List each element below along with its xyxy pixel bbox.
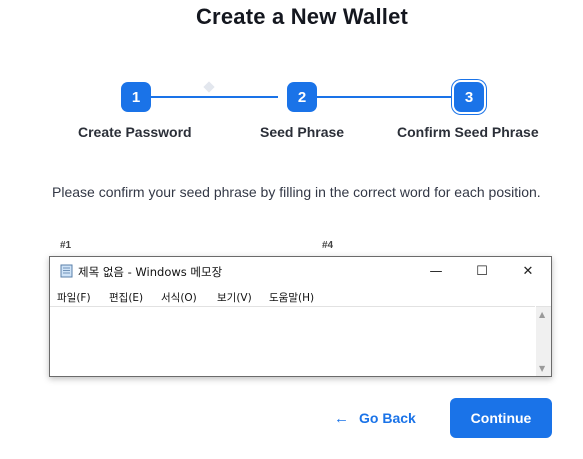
step-1-label: Create Password	[78, 124, 192, 140]
step-2-circle: 2	[287, 82, 317, 112]
menu-help[interactable]: 도움말(H)	[269, 290, 314, 305]
stepper-connector-1	[150, 96, 278, 98]
maximize-button[interactable]: ☐	[459, 257, 505, 285]
notepad-scrollbar[interactable]: ▲ ▼	[536, 306, 551, 376]
page-title: Create a New Wallet	[195, 4, 409, 29]
step-1-circle: 1	[121, 82, 151, 112]
scroll-up-icon[interactable]: ▲	[539, 310, 545, 319]
notepad-title: 제목 없음 - Windows 메모장	[78, 265, 223, 279]
step-3-circle: 3	[454, 82, 484, 112]
stepper-dot	[203, 81, 215, 93]
instruction-text: Please confirm your seed phrase by filli…	[52, 184, 541, 200]
menu-edit[interactable]: 편집(E)	[109, 290, 143, 305]
position-label-4: #4	[322, 240, 334, 251]
step-3-label: Confirm Seed Phrase	[397, 124, 539, 140]
menu-format[interactable]: 서식(O)	[161, 290, 197, 305]
notepad-text-area[interactable]	[50, 306, 535, 376]
minimize-button[interactable]: —	[413, 257, 459, 285]
stepper-connector-2	[316, 96, 451, 98]
arrow-left-icon: ←	[334, 409, 349, 427]
position-label-1: #1	[60, 240, 72, 251]
close-button[interactable]: ✕	[505, 257, 551, 285]
notepad-menubar: 파일(F) 편집(E) 서식(O) 보기(V) 도움말(H)	[50, 288, 551, 306]
menu-file[interactable]: 파일(F)	[57, 290, 91, 305]
go-back-label: Go Back	[359, 410, 416, 426]
notepad-icon	[60, 264, 73, 278]
notepad-window[interactable]: 제목 없음 - Windows 메모장 — ☐ ✕ 파일(F) 편집(E) 서식…	[49, 256, 552, 377]
continue-button[interactable]: Continue	[450, 398, 552, 438]
scroll-down-icon[interactable]: ▼	[539, 364, 545, 373]
go-back-button[interactable]: ← Go Back	[334, 404, 416, 432]
progress-stepper: 1 2 3 Create Password Seed Phrase Confir…	[0, 80, 583, 142]
menu-view[interactable]: 보기(V)	[217, 290, 252, 305]
step-2-label: Seed Phrase	[260, 124, 345, 140]
notepad-titlebar[interactable]: 제목 없음 - Windows 메모장 — ☐ ✕	[50, 257, 551, 285]
